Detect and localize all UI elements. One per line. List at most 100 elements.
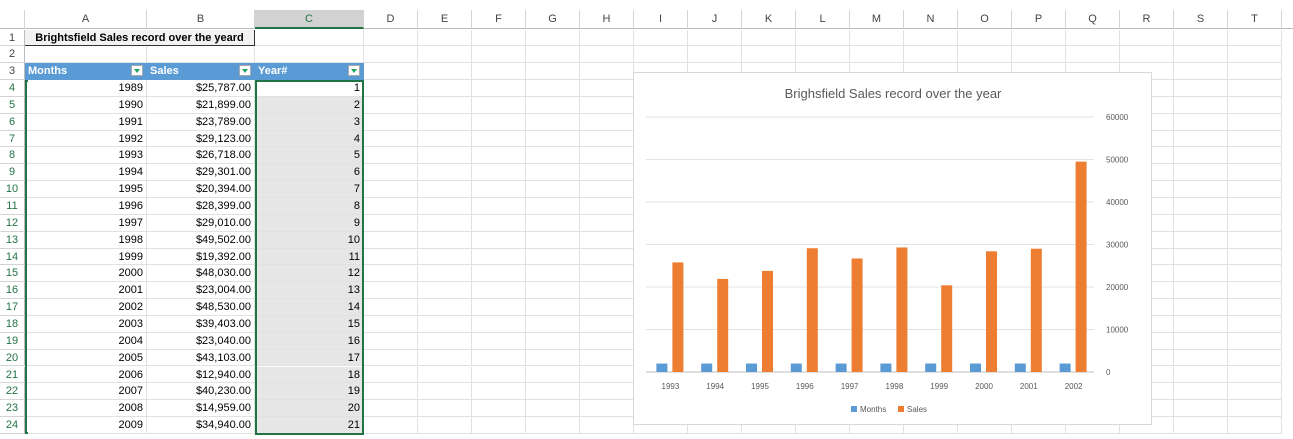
cell[interactable] xyxy=(418,147,472,165)
cell[interactable] xyxy=(364,80,418,97)
cell[interactable] xyxy=(1228,231,1282,249)
cell[interactable] xyxy=(526,130,580,148)
row-header-22[interactable]: 22 xyxy=(0,383,25,401)
year-cell[interactable]: 1 xyxy=(255,80,364,97)
cell[interactable] xyxy=(1174,366,1228,384)
cell[interactable] xyxy=(364,29,418,47)
sales-cell[interactable]: $14,959.00 xyxy=(147,400,255,418)
sales-cell[interactable]: $20,394.00 xyxy=(147,181,255,198)
row-header-18[interactable]: 18 xyxy=(0,315,25,333)
cell[interactable] xyxy=(364,315,418,333)
cell[interactable] xyxy=(904,46,958,64)
months-cell[interactable]: 2001 xyxy=(25,282,147,300)
filter-dropdown-icon[interactable] xyxy=(131,65,143,77)
cell[interactable] xyxy=(850,29,904,47)
cell[interactable] xyxy=(1174,400,1228,418)
cell[interactable] xyxy=(472,164,526,182)
year-cell[interactable]: 6 xyxy=(255,164,364,182)
column-header-S[interactable]: S xyxy=(1174,10,1228,29)
cell[interactable] xyxy=(1228,80,1282,97)
cell[interactable] xyxy=(418,164,472,182)
cell[interactable] xyxy=(418,96,472,114)
cell[interactable] xyxy=(1228,248,1282,266)
cell[interactable] xyxy=(364,400,418,418)
cell[interactable] xyxy=(1174,299,1228,316)
cell[interactable] xyxy=(1174,80,1228,97)
cell[interactable] xyxy=(364,46,418,64)
cell[interactable] xyxy=(472,147,526,165)
cell[interactable] xyxy=(580,383,634,401)
table-header-sales[interactable]: Sales xyxy=(147,63,255,81)
cell[interactable] xyxy=(526,349,580,367)
year-cell[interactable]: 8 xyxy=(255,198,364,215)
column-header-J[interactable]: J xyxy=(688,10,742,29)
sales-cell[interactable]: $34,940.00 xyxy=(147,417,255,434)
months-cell[interactable]: 1992 xyxy=(25,130,147,148)
year-cell[interactable]: 2 xyxy=(255,96,364,114)
months-cell[interactable]: 1998 xyxy=(25,231,147,249)
cell[interactable] xyxy=(255,46,364,64)
cell[interactable] xyxy=(1174,63,1228,81)
sales-cell[interactable]: $23,789.00 xyxy=(147,113,255,131)
cell[interactable] xyxy=(364,366,418,384)
cell[interactable] xyxy=(526,63,580,81)
cell[interactable] xyxy=(472,366,526,384)
cell[interactable] xyxy=(147,46,255,64)
year-cell[interactable]: 10 xyxy=(255,231,364,249)
cell[interactable] xyxy=(1228,315,1282,333)
cell[interactable] xyxy=(418,299,472,316)
row-header-21[interactable]: 21 xyxy=(0,366,25,384)
cell[interactable] xyxy=(472,265,526,283)
months-cell[interactable]: 2000 xyxy=(25,265,147,283)
row-header-24[interactable]: 24 xyxy=(0,417,25,434)
year-cell[interactable]: 12 xyxy=(255,265,364,283)
cell[interactable] xyxy=(1066,29,1120,47)
cell[interactable] xyxy=(1228,366,1282,384)
row-header-13[interactable]: 13 xyxy=(0,231,25,249)
months-cell[interactable]: 2007 xyxy=(25,383,147,401)
cell[interactable] xyxy=(1174,96,1228,114)
cell[interactable] xyxy=(526,29,580,47)
filter-dropdown-icon[interactable] xyxy=(348,65,360,77)
cell[interactable] xyxy=(418,282,472,300)
cell[interactable] xyxy=(904,29,958,47)
column-header-A[interactable]: A xyxy=(25,10,147,29)
months-cell[interactable]: 1991 xyxy=(25,113,147,131)
sales-cell[interactable]: $23,040.00 xyxy=(147,332,255,350)
cell[interactable] xyxy=(526,248,580,266)
cell[interactable] xyxy=(418,248,472,266)
row-header-9[interactable]: 9 xyxy=(0,164,25,182)
cell[interactable] xyxy=(526,366,580,384)
cell[interactable] xyxy=(418,198,472,215)
cell[interactable] xyxy=(1174,315,1228,333)
year-cell[interactable]: 7 xyxy=(255,181,364,198)
row-header-4[interactable]: 4 xyxy=(0,80,25,97)
column-header-I[interactable]: I xyxy=(634,10,688,29)
cell[interactable] xyxy=(1174,198,1228,215)
cell[interactable] xyxy=(1228,349,1282,367)
cell[interactable] xyxy=(580,96,634,114)
months-cell[interactable]: 1996 xyxy=(25,198,147,215)
row-header-1[interactable]: 1 xyxy=(0,29,25,47)
cell[interactable] xyxy=(364,113,418,131)
cell[interactable] xyxy=(1228,113,1282,131)
months-cell[interactable]: 1993 xyxy=(25,147,147,165)
row-header-19[interactable]: 19 xyxy=(0,332,25,350)
cell[interactable] xyxy=(634,29,688,47)
cell[interactable] xyxy=(1228,198,1282,215)
cell[interactable] xyxy=(472,181,526,198)
cell[interactable] xyxy=(1174,265,1228,283)
column-header-B[interactable]: B xyxy=(147,10,255,29)
cell[interactable] xyxy=(1174,46,1228,64)
row-header-2[interactable]: 2 xyxy=(0,46,25,64)
cell[interactable] xyxy=(688,29,742,47)
cell[interactable] xyxy=(418,113,472,131)
cell[interactable] xyxy=(418,332,472,350)
year-cell[interactable]: 13 xyxy=(255,282,364,300)
row-header-23[interactable]: 23 xyxy=(0,400,25,418)
cell[interactable] xyxy=(1228,46,1282,64)
cell[interactable] xyxy=(1174,214,1228,232)
cell[interactable] xyxy=(472,63,526,81)
cell[interactable] xyxy=(472,231,526,249)
cell[interactable] xyxy=(364,214,418,232)
